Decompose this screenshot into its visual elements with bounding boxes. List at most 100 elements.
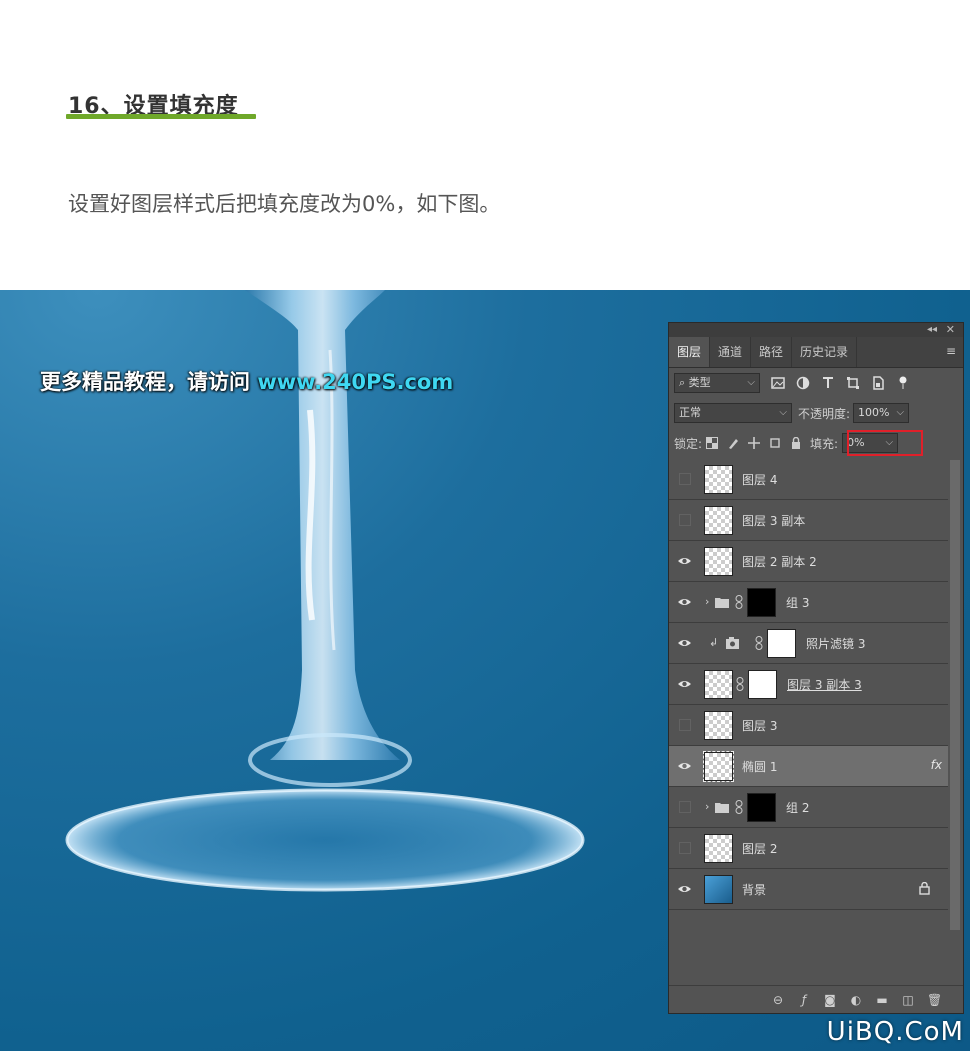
link-icon	[735, 595, 743, 609]
eye-icon[interactable]	[677, 759, 692, 773]
blend-mode-select[interactable]: 正常 ⌵	[674, 403, 792, 423]
camera-icon	[726, 637, 739, 649]
layer-row[interactable]: 图层 3 副本 3	[669, 664, 948, 705]
layer-name: 图层 3	[742, 719, 778, 733]
layers-list: 图层 4 图层 3 副本 图层 2 副本 2 › 组 3 ↲ 照片滤镜 3 图层…	[669, 459, 948, 910]
layer-thumbnail	[703, 751, 734, 782]
shape-filter-icon[interactable]	[846, 376, 860, 390]
eye-icon[interactable]	[677, 554, 692, 568]
link-icon	[736, 677, 744, 691]
trash-icon[interactable]: 🗑	[927, 993, 942, 1007]
visibility-toggle[interactable]	[679, 473, 691, 485]
new-group-icon[interactable]: ▬	[875, 993, 889, 1007]
fx-icon[interactable]: fx	[931, 758, 942, 772]
lock-artboard-icon[interactable]	[769, 437, 781, 449]
adjustment-filter-icon[interactable]	[796, 376, 810, 390]
layer-thumbnail	[704, 875, 733, 904]
chevron-down-icon: ⌵	[896, 407, 905, 418]
step-description: 设置好图层样式后把填充度改为0%，如下图。	[68, 192, 501, 216]
smart-object-filter-icon[interactable]	[871, 376, 885, 390]
lock-label: 锁定:	[674, 436, 703, 451]
link-icon	[735, 800, 743, 814]
chevron-down-icon: ⌵	[779, 407, 787, 418]
filter-kind-select[interactable]: ⌕ 类型 ⌵	[674, 373, 760, 393]
tab-layers[interactable]: 图层	[669, 337, 711, 367]
layer-mask-thumbnail	[748, 670, 777, 699]
fill-highlight-box	[847, 430, 923, 456]
chevron-down-icon: ⌵	[747, 377, 755, 388]
tab-history[interactable]: 历史记录	[792, 337, 858, 367]
chevron-right-icon[interactable]: ›	[705, 595, 709, 608]
lock-position-icon[interactable]	[748, 437, 761, 449]
collapse-icon[interactable]: ◂◂	[927, 323, 937, 337]
layers-panel: ◂◂ ✕ 图层 通道 路径 历史记录 ≡ ⌕ 类型 ⌵ 正常 ⌵ 不透明度: 1…	[668, 322, 964, 1014]
visibility-toggle[interactable]	[679, 842, 691, 854]
search-icon: ⌕	[679, 376, 686, 389]
eye-icon[interactable]	[677, 595, 692, 609]
tab-channels[interactable]: 通道	[710, 337, 752, 367]
blend-row: 正常 ⌵ 不透明度: 100% ⌵	[669, 398, 963, 428]
layer-name: 图层 2	[742, 842, 778, 856]
layer-name: 图层 4	[742, 473, 778, 487]
layer-row-selected[interactable]: 椭圆 1 fx	[669, 746, 948, 787]
tab-paths[interactable]: 路径	[751, 337, 793, 367]
visibility-toggle[interactable]	[679, 514, 691, 526]
filter-toggle-icon[interactable]	[896, 376, 910, 390]
promo-site-link[interactable]: www.240PS.com	[257, 370, 453, 394]
panel-tabs: 图层 通道 路径 历史记录 ≡	[669, 337, 963, 368]
link-layers-icon[interactable]: ⊖	[771, 993, 785, 1007]
eye-icon[interactable]	[677, 636, 692, 650]
link-icon	[755, 636, 763, 650]
visibility-toggle[interactable]	[679, 801, 691, 813]
chevron-right-icon[interactable]: ›	[705, 800, 709, 813]
layer-thumbnail	[704, 834, 733, 863]
layer-row[interactable]: 图层 2 副本 2	[669, 541, 948, 582]
layer-name: 背景	[742, 883, 767, 897]
opacity-input[interactable]: 100% ⌵	[853, 403, 910, 423]
panel-bottom-toolbar: ⊖ ƒ ◙ ◐ ▬ ◫ 🗑	[669, 985, 963, 1013]
layer-row[interactable]: 图层 4	[669, 459, 948, 500]
step-title-underline	[66, 114, 256, 119]
eye-icon[interactable]	[677, 677, 692, 691]
add-style-icon[interactable]: ƒ	[797, 993, 811, 1007]
eye-icon[interactable]	[677, 882, 692, 896]
filter-row: ⌕ 类型 ⌵	[669, 368, 963, 398]
lock-row: 锁定: 填充: 0% ⌵	[669, 428, 963, 458]
layer-row[interactable]: 背景	[669, 869, 948, 910]
layer-row[interactable]: › 组 2	[669, 787, 948, 828]
promo-text: 更多精品教程，请访问 www.240PS.com	[40, 366, 453, 396]
clipping-arrow-icon: ↲	[709, 636, 719, 649]
layer-name: 图层 2 副本 2	[742, 555, 817, 569]
layer-row[interactable]: 图层 3 副本	[669, 500, 948, 541]
lock-image-pixels-icon[interactable]	[727, 437, 739, 449]
visibility-toggle[interactable]	[679, 719, 691, 731]
close-icon[interactable]: ✕	[946, 323, 955, 337]
type-filter-icon[interactable]	[821, 376, 835, 390]
panel-menu-icon[interactable]: ≡	[946, 344, 957, 358]
folder-icon	[715, 598, 729, 608]
layer-row[interactable]: ↲ 照片滤镜 3	[669, 623, 948, 664]
new-layer-icon[interactable]: ◫	[901, 993, 915, 1007]
layer-mask-thumbnail	[767, 629, 796, 658]
layer-thumbnail	[704, 711, 733, 740]
layer-thumbnail	[704, 547, 733, 576]
layer-row[interactable]: 图层 2	[669, 828, 948, 869]
lock-all-icon[interactable]	[790, 437, 802, 449]
layer-row[interactable]: 图层 3	[669, 705, 948, 746]
add-mask-icon[interactable]: ◙	[823, 993, 837, 1007]
layer-thumbnail	[704, 506, 733, 535]
layer-name: 图层 3 副本	[742, 514, 806, 528]
watermark: UiBQ.CoM	[826, 1017, 964, 1047]
blend-mode-value: 正常	[679, 406, 701, 419]
opacity-value: 100%	[858, 406, 890, 419]
panel-titlebar: ◂◂ ✕	[669, 323, 963, 337]
layer-row[interactable]: › 组 3	[669, 582, 948, 623]
layer-name: 照片滤镜 3	[806, 637, 866, 651]
new-adjustment-icon[interactable]: ◐	[849, 993, 863, 1007]
layer-mask-thumbnail	[747, 588, 776, 617]
lock-transparent-pixels-icon[interactable]	[706, 437, 719, 449]
layer-name: 组 3	[786, 596, 810, 610]
image-filter-icon[interactable]	[771, 376, 785, 390]
scrollbar-thumb[interactable]	[950, 460, 960, 930]
layer-thumbnail	[704, 465, 733, 494]
